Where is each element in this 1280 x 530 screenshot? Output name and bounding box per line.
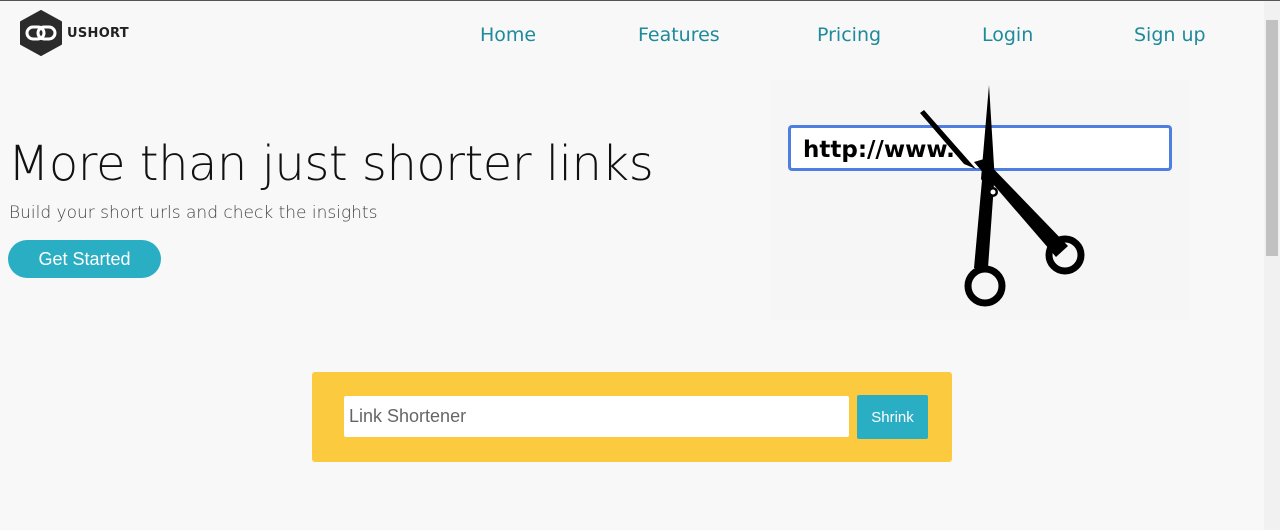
nav-features[interactable]: Features (638, 24, 720, 46)
nav-home[interactable]: Home (480, 24, 536, 46)
chain-link-icon (20, 10, 62, 56)
link-shortener-panel: Shrink (312, 372, 952, 462)
link-input[interactable] (344, 396, 849, 437)
nav-pricing[interactable]: Pricing (817, 24, 881, 46)
scissors-icon (920, 85, 1085, 307)
scrollbar-thumb[interactable] (1266, 20, 1278, 256)
scrollbar[interactable] (1264, 1, 1280, 530)
hero-title: More than just shorter links (8, 136, 654, 192)
hero-subtitle: Build your short urls and check the insi… (9, 203, 378, 223)
hero-illustration: http://www. (770, 80, 1190, 320)
shrink-button[interactable]: Shrink (857, 395, 928, 439)
nav-signup[interactable]: Sign up (1134, 24, 1206, 46)
nav-login[interactable]: Login (982, 24, 1033, 46)
get-started-button[interactable]: Get Started (8, 240, 161, 278)
window-top-border (0, 0, 1280, 1)
brand-name: USHORT (67, 25, 129, 41)
brand-logo[interactable]: USHORT (19, 10, 129, 56)
